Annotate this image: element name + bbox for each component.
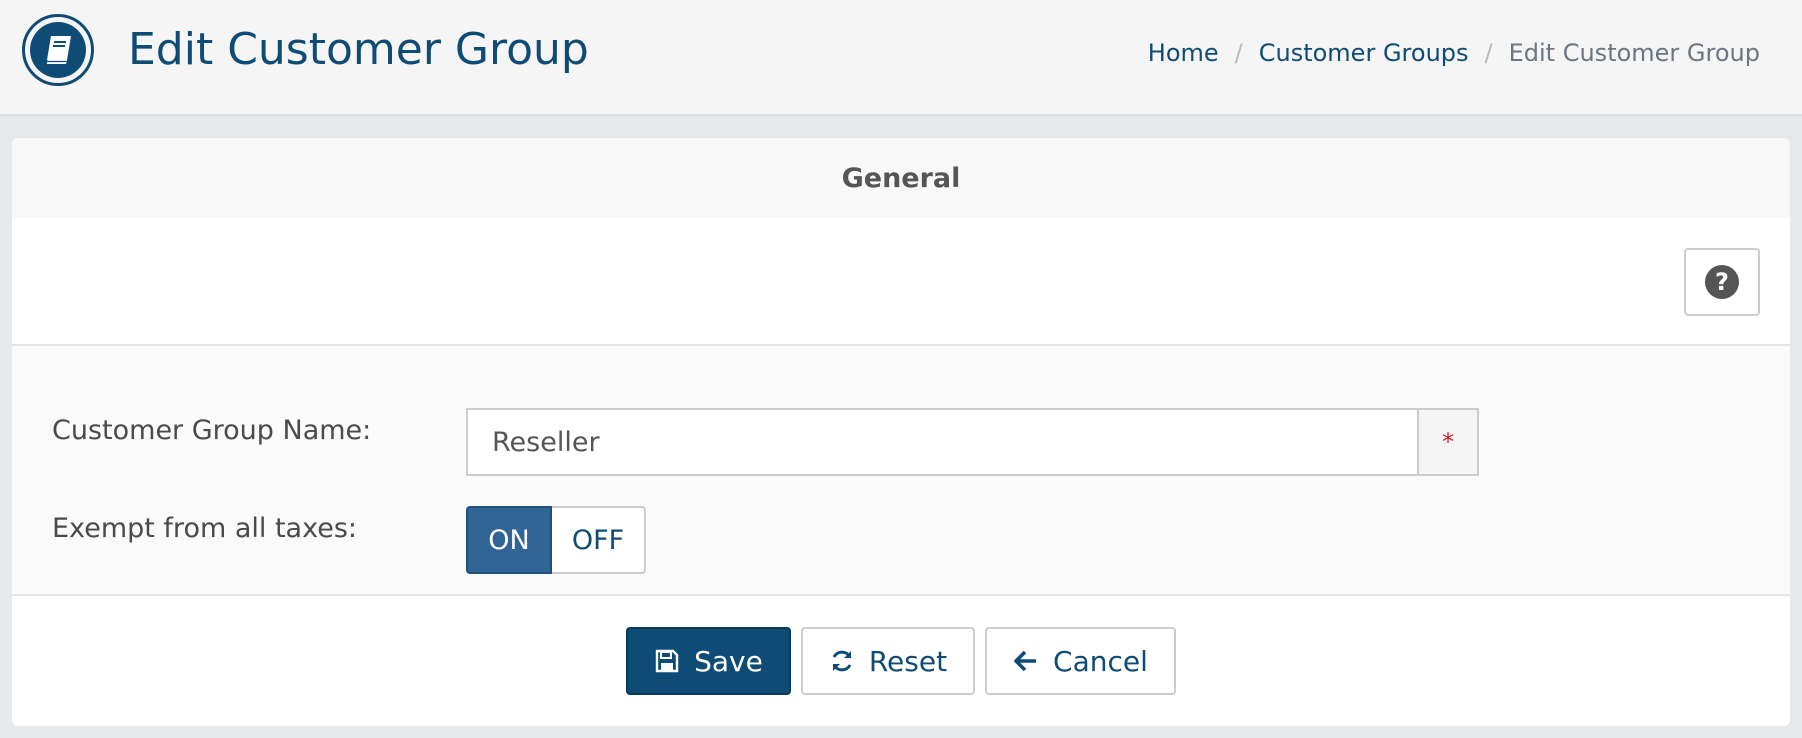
reset-button-label: Reset [868, 644, 948, 678]
form-actions: Save Reset Cancel [12, 596, 1790, 726]
logo [22, 14, 94, 86]
floppy-disk-icon [654, 648, 680, 674]
required-marker: * [1417, 408, 1479, 476]
breadcrumb: Home / Customer Groups / Edit Customer G… [1148, 36, 1760, 70]
cancel-button[interactable]: Cancel [985, 627, 1176, 695]
save-button-label: Save [694, 644, 763, 678]
breadcrumb-current: Edit Customer Group [1508, 39, 1760, 67]
page-header: Edit Customer Group Home / Customer Grou… [0, 0, 1802, 116]
arrow-left-icon [1013, 648, 1039, 674]
breadcrumb-customer-groups-link[interactable]: Customer Groups [1259, 36, 1469, 70]
exempt-taxes-label: Exempt from all taxes: [52, 513, 358, 544]
exempt-taxes-toggle: ON OFF [466, 506, 646, 574]
breadcrumb-home-link[interactable]: Home [1148, 36, 1219, 70]
question-circle-icon: ? [1705, 265, 1739, 299]
group-name-input-group: * [466, 408, 1479, 476]
edit-form-card: General ? Customer Group Name: * Exempt … [12, 138, 1790, 726]
breadcrumb-separator: / [1484, 39, 1493, 67]
book-icon [30, 22, 86, 78]
page-title: Edit Customer Group [128, 24, 589, 75]
group-name-label: Customer Group Name: [52, 415, 372, 446]
breadcrumb-separator: / [1234, 39, 1243, 67]
form-fields: Customer Group Name: * Exempt from all t… [12, 346, 1790, 596]
exempt-off-option[interactable]: OFF [552, 506, 646, 574]
exempt-on-option[interactable]: ON [466, 506, 552, 574]
group-name-input[interactable] [466, 408, 1417, 476]
refresh-icon [829, 648, 855, 674]
reset-button[interactable]: Reset [800, 627, 976, 695]
card-heading: General [12, 138, 1790, 218]
cancel-button-label: Cancel [1053, 644, 1148, 678]
save-button[interactable]: Save [626, 627, 791, 695]
card-toolbar: ? [12, 218, 1790, 346]
help-button[interactable]: ? [1684, 248, 1760, 316]
